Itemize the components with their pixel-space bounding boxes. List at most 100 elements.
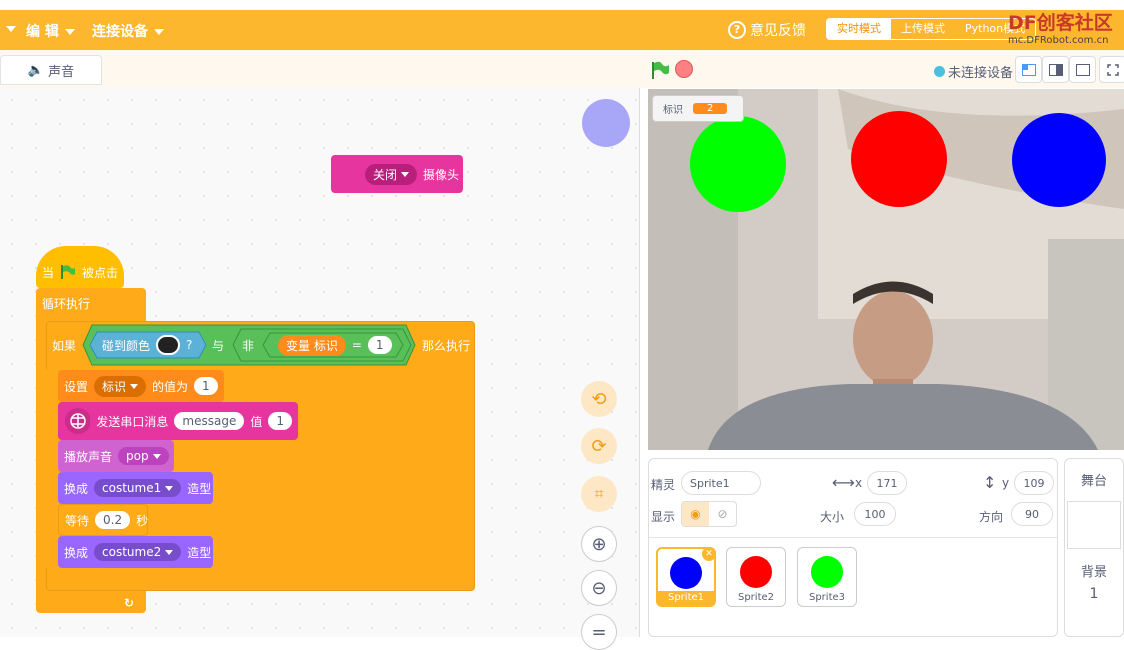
scroll-thumb[interactable]: [582, 99, 630, 147]
wait-block[interactable]: 等待 0.2 秒: [58, 504, 148, 536]
stop-icon[interactable]: [675, 60, 693, 78]
when-label: 当: [42, 265, 55, 280]
code-workspace[interactable]: 关闭 摄像头 当 被点击 循环执行 ↻ 如果 碰到颜色 ? 与 非 变量 标识 …: [0, 88, 640, 650]
backdrop-count: 1: [1089, 586, 1099, 602]
edit-menu-label: 编 辑: [26, 24, 59, 40]
realtime-mode-tab[interactable]: 实时模式: [827, 19, 891, 39]
color-swatch[interactable]: [156, 335, 181, 355]
set-label: 设置: [64, 379, 89, 394]
zoom-out-button[interactable]: ⊖: [581, 570, 617, 606]
hide-eye-icon[interactable]: ⊘: [709, 502, 736, 526]
watermark: DF创客社区 mc.DFRobot.com.cn: [1008, 14, 1113, 50]
if-label: 如果: [52, 338, 77, 353]
redo-button[interactable]: ⟳: [581, 428, 617, 464]
serial-message-input[interactable]: message: [174, 412, 245, 430]
size-input[interactable]: 100: [854, 502, 896, 526]
green-flag-icon: [61, 265, 76, 279]
close-camera-block[interactable]: 关闭 摄像头: [331, 155, 463, 193]
variable-monitor[interactable]: 标识 2: [652, 95, 744, 122]
file-menu-caret[interactable]: [0, 21, 16, 37]
camera-option-label: 关闭: [373, 167, 398, 182]
switch-costume-label: 换成: [64, 481, 89, 496]
menu-bar: 编 辑 连接设备 ? 意见反馈 实时模式 上传模式 Python模式 DF创客社区…: [0, 10, 1124, 50]
touching-color-row: 碰到颜色 ?: [96, 331, 198, 359]
wait-seconds-input[interactable]: 0.2: [95, 511, 131, 529]
variable-reporter[interactable]: 变量 标识: [278, 334, 346, 356]
tab-sound[interactable]: 🔈 声音: [0, 55, 102, 85]
then-row: 那么执行: [416, 331, 476, 359]
sprite-name-input[interactable]: Sprite1: [681, 471, 761, 495]
stage[interactable]: 标识 2: [648, 89, 1124, 450]
set-value-input[interactable]: 1: [194, 377, 218, 395]
connect-menu[interactable]: 连接设备: [92, 21, 164, 41]
sprite-thumb-2[interactable]: Sprite2: [726, 547, 786, 607]
sprite-thumb-label: Sprite1: [658, 591, 714, 605]
sprite2-on-stage[interactable]: [851, 111, 947, 207]
costume-suffix: 造型: [187, 481, 212, 496]
green-flag-icon[interactable]: [650, 60, 670, 80]
variable-dropdown[interactable]: 标识: [94, 375, 147, 397]
connection-label: 未连接设备: [948, 66, 1014, 81]
upload-mode-tab[interactable]: 上传模式: [891, 19, 955, 39]
switch-costume-block-1[interactable]: 换成 costume1 造型: [58, 472, 213, 504]
edit-menu[interactable]: 编 辑: [26, 21, 75, 41]
sprite3-on-stage[interactable]: [690, 116, 786, 212]
crop-icon: ⌗: [594, 484, 604, 503]
x-input[interactable]: 171: [867, 471, 907, 495]
zoom-in-icon: ⊕: [591, 533, 607, 555]
normal-stage-icon: [1048, 63, 1063, 76]
y-label: y: [1002, 476, 1010, 490]
zoom-in-button[interactable]: ⊕: [581, 526, 617, 562]
delete-sprite-icon[interactable]: ✕: [702, 547, 716, 561]
stage-selector-panel[interactable]: 舞台 背景 1: [1064, 458, 1124, 637]
fullscreen-button[interactable]: [1099, 56, 1124, 83]
not-label-row: 非: [236, 331, 260, 359]
watermark-title: DF创客社区: [1008, 12, 1113, 34]
costume-suffix: 造型: [187, 545, 212, 560]
show-eye-icon[interactable]: ◉: [682, 502, 709, 526]
play-sound-block[interactable]: 播放声音 pop: [58, 440, 174, 472]
equals-value-input[interactable]: 1: [367, 336, 392, 354]
equals-icon: =: [591, 621, 607, 643]
and-label: 与: [212, 338, 225, 353]
serial-value-label: 值: [250, 414, 263, 429]
serial-label: 发送串口消息: [96, 414, 169, 429]
divider: [649, 537, 1057, 538]
question-icon: ?: [728, 21, 746, 39]
clean-up-button[interactable]: ⌗: [581, 476, 617, 512]
sprite-thumb-image: [811, 556, 843, 588]
then-label: 那么执行: [422, 338, 471, 353]
clicked-label: 被点击: [81, 265, 118, 280]
sprite1-on-stage[interactable]: [1012, 113, 1106, 207]
stage-thumbnail[interactable]: [1067, 501, 1121, 549]
sprite-thumb-3[interactable]: Sprite3: [797, 547, 857, 607]
serial-extension-icon: [65, 408, 91, 434]
small-stage-button[interactable]: [1015, 56, 1042, 83]
zoom-reset-button[interactable]: =: [581, 614, 617, 650]
normal-stage-button[interactable]: [1042, 56, 1069, 83]
serial-value-input[interactable]: 1: [268, 412, 292, 430]
when-flag-clicked-block[interactable]: 当 被点击: [36, 246, 124, 288]
if-header-row: 如果: [46, 321, 82, 369]
sprite-thumb-1[interactable]: Sprite1 ✕: [656, 547, 716, 607]
camera-option-dropdown[interactable]: 关闭: [365, 163, 418, 185]
size-label: 大小: [820, 510, 845, 524]
set-variable-block[interactable]: 设置 标识 的值为 1: [58, 370, 224, 402]
feedback-button[interactable]: ? 意见反馈: [728, 20, 806, 40]
costume-dropdown-2[interactable]: costume2: [94, 543, 182, 561]
costume-dropdown-1[interactable]: costume1: [94, 479, 182, 497]
direction-input[interactable]: 90: [1011, 502, 1053, 526]
undo-button[interactable]: ⟲: [581, 381, 617, 417]
serial-message-block[interactable]: 发送串口消息 message 值 1: [58, 402, 298, 440]
variable-reporter-label: 变量 标识: [286, 338, 338, 353]
zoom-out-icon: ⊖: [591, 577, 607, 599]
sound-dropdown[interactable]: pop: [118, 447, 169, 465]
switch-costume-block-2[interactable]: 换成 costume2 造型: [58, 536, 213, 568]
chevron-down-icon: [6, 26, 16, 32]
y-input[interactable]: 109: [1014, 471, 1054, 495]
large-stage-icon: [1075, 63, 1090, 76]
forever-label: 循环执行: [42, 296, 91, 311]
watermark-url: mc.DFRobot.com.cn: [1008, 35, 1109, 46]
large-stage-button[interactable]: [1069, 56, 1096, 83]
switch-costume-label: 换成: [64, 545, 89, 560]
